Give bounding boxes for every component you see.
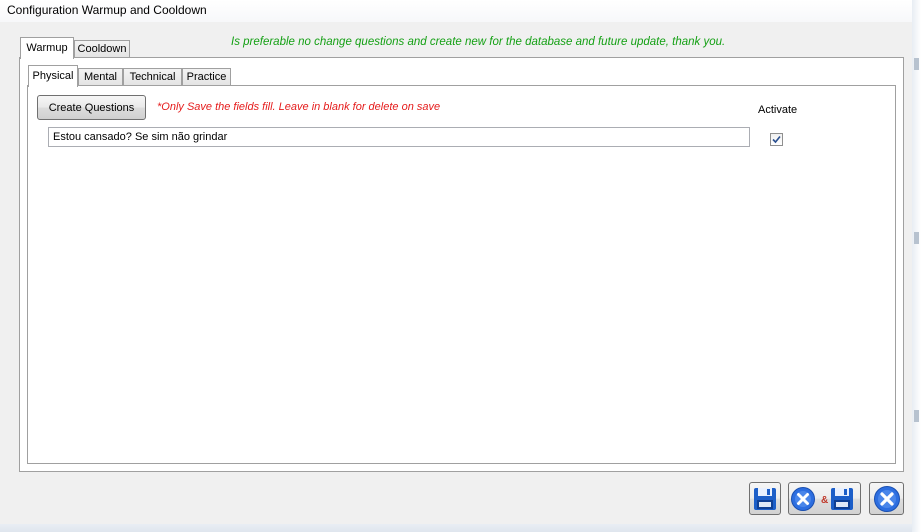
question-field[interactable] xyxy=(48,127,750,147)
tab-warmup-label: Warmup xyxy=(26,42,68,54)
info-message: Is preferable no change questions and cr… xyxy=(231,36,726,48)
tab-warmup[interactable]: Warmup xyxy=(20,37,74,59)
tab-cooldown-label: Cooldown xyxy=(77,43,127,55)
window-edge xyxy=(912,0,921,532)
save-icon xyxy=(754,488,776,510)
taskbar-strip xyxy=(0,524,912,532)
config-window: Configuration Warmup and Cooldown Warmup… xyxy=(0,0,921,532)
activate-column-label: Activate xyxy=(758,104,798,116)
svg-text:&: & xyxy=(821,495,828,506)
tab-physical[interactable]: Physical xyxy=(28,65,78,87)
title-bar: Configuration Warmup and Cooldown xyxy=(0,0,921,22)
tab-practice-label: Practice xyxy=(186,71,227,83)
tab-mental-label: Mental xyxy=(83,71,118,83)
close-button[interactable] xyxy=(869,482,904,515)
close-and-save-button[interactable]: & xyxy=(788,482,861,515)
tab-technical-label: Technical xyxy=(129,71,176,83)
edge-marker xyxy=(914,232,919,244)
close-and-save-icon: & xyxy=(791,487,853,511)
save-button[interactable] xyxy=(749,482,781,515)
warning-message: *Only Save the fields fill. Leave in bla… xyxy=(157,101,441,113)
window-title: Configuration Warmup and Cooldown xyxy=(7,3,207,17)
checkmark-icon xyxy=(772,135,781,144)
create-questions-button[interactable]: Create Questions xyxy=(37,95,146,120)
edge-marker xyxy=(914,410,919,422)
tab-physical-label: Physical xyxy=(32,70,74,82)
activate-checkbox[interactable] xyxy=(770,133,783,146)
edge-marker xyxy=(914,58,919,70)
close-icon xyxy=(874,486,900,512)
